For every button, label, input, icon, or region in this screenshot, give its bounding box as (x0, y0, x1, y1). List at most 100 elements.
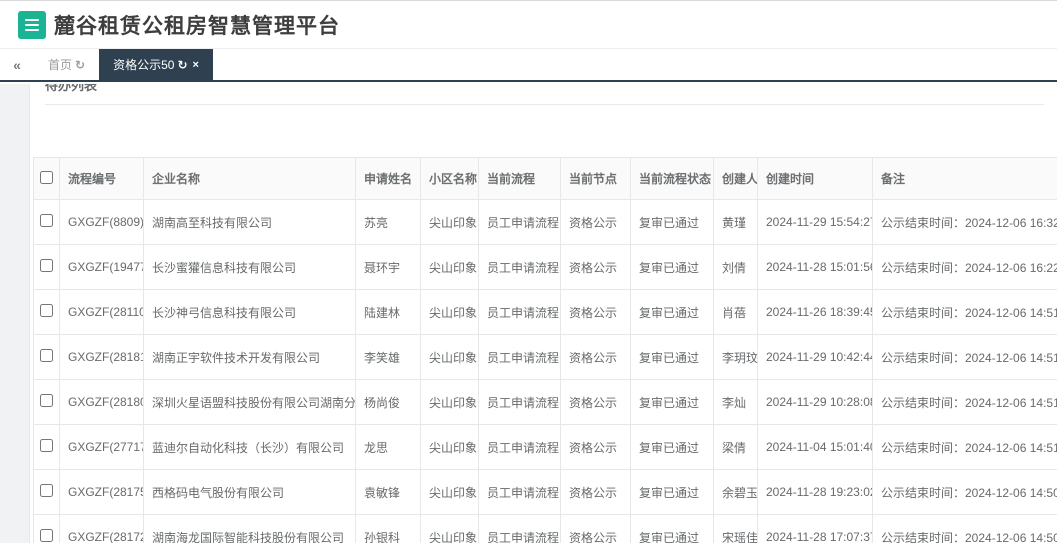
panel-heading-divider (45, 104, 1044, 105)
cell-creator: 刘倩 (713, 244, 758, 290)
cell-process-id: GXGZF(28175) (59, 469, 144, 515)
cell-current-flow: 员工申请流程 (478, 424, 561, 470)
row-checkbox[interactable] (40, 349, 53, 362)
cell-company: 湖南海龙国际智能科技股份有限公司 (143, 514, 356, 543)
table-row[interactable]: GXGZF(27717) 蓝迪尔自动化科技（长沙）有限公司 龙思 尖山印象 员工… (33, 424, 1057, 470)
cell-applicant: 聂环宇 (355, 244, 421, 290)
cell-current-flow: 员工申请流程 (478, 514, 561, 543)
cell-remark: 公示结束时间：2024-12-06 14:51:09 (872, 379, 1057, 425)
cell-company: 湖南正宇软件技术开发有限公司 (143, 334, 356, 380)
cell-flow-status: 复审已通过 (630, 424, 714, 470)
cell-company: 长沙蜜獾信息科技有限公司 (143, 244, 356, 290)
col-header-creator: 创建人 (713, 157, 758, 200)
table-row[interactable]: GXGZF(19477) 长沙蜜獾信息科技有限公司 聂环宇 尖山印象 员工申请流… (33, 244, 1057, 290)
cell-community: 尖山印象 (420, 334, 479, 380)
cell-created-time: 2024-11-28 19:23:02 (757, 469, 873, 515)
cell-current-flow: 员工申请流程 (478, 199, 561, 245)
cell-current-node: 资格公示 (560, 334, 631, 380)
row-checkbox[interactable] (40, 259, 53, 272)
cell-remark: 公示结束时间：2024-12-06 14:51:02 (872, 424, 1057, 470)
cell-remark: 公示结束时间：2024-12-06 14:50:37 (872, 514, 1057, 543)
cell-process-id: GXGZF(19477) (59, 244, 144, 290)
tab-qualification-publicity[interactable]: 资格公示50 ↻ × (99, 49, 213, 80)
tab-home-label: 首页 (48, 58, 73, 72)
app-window: 麓谷租赁公租房智慧管理平台 « 首页 ↻ 资格公示50 ↻ × 待办列表 流程编号 (0, 0, 1057, 543)
cell-flow-status: 复审已通过 (630, 379, 714, 425)
cell-community: 尖山印象 (420, 379, 479, 425)
cell-process-id: GXGZF(28172) (59, 514, 144, 543)
cell-current-flow: 员工申请流程 (478, 334, 561, 380)
cell-flow-status: 复审已通过 (630, 334, 714, 380)
table-row[interactable]: GXGZF(8809) 湖南高至科技有限公司 苏亮 尖山印象 员工申请流程 资格… (33, 199, 1057, 245)
row-checkbox[interactable] (40, 394, 53, 407)
cell-process-id: GXGZF(28180) (59, 379, 144, 425)
cell-community: 尖山印象 (420, 514, 479, 543)
cell-creator: 李玥玟 (713, 334, 758, 380)
cell-company: 湖南高至科技有限公司 (143, 199, 356, 245)
col-header-applicant: 申请姓名 (355, 157, 421, 200)
cell-creator: 肖蓓 (713, 289, 758, 335)
todo-table: 流程编号 企业名称 申请姓名 小区名称 当前流程 当前节点 当前流程状态 创建人… (33, 157, 1057, 543)
cell-current-node: 资格公示 (560, 289, 631, 335)
table-row[interactable]: GXGZF(28180) 深圳火星语盟科技股份有限公司湖南分公司 杨尚俊 尖山印… (33, 379, 1057, 425)
refresh-icon[interactable]: ↻ (75, 58, 85, 72)
cell-remark: 公示结束时间：2024-12-06 16:22:35 (872, 244, 1057, 290)
col-header-process-id: 流程编号 (59, 157, 144, 200)
hamburger-menu-icon[interactable] (18, 10, 46, 39)
collapse-tabs-icon[interactable]: « (0, 49, 34, 80)
cell-remark: 公示结束时间：2024-12-06 16:32:51 (872, 199, 1057, 245)
cell-community: 尖山印象 (420, 244, 479, 290)
cell-flow-status: 复审已通过 (630, 514, 714, 543)
row-checkbox[interactable] (40, 529, 53, 542)
table-row[interactable]: GXGZF(28110) 长沙神弓信息科技有限公司 陆建林 尖山印象 员工申请流… (33, 289, 1057, 335)
cell-applicant: 苏亮 (355, 199, 421, 245)
refresh-icon[interactable]: ↻ (177, 58, 187, 72)
cell-created-time: 2024-11-04 15:01:40 (757, 424, 873, 470)
col-header-flow-status: 当前流程状态 (630, 157, 714, 200)
cell-creator: 黄瑾 (713, 199, 758, 245)
page-title: 麓谷租赁公租房智慧管理平台 (54, 14, 340, 38)
cell-current-node: 资格公示 (560, 424, 631, 470)
cell-creator: 余碧玉 (713, 469, 758, 515)
cell-creator: 宋瑶佳 (713, 514, 758, 543)
row-select-cell (33, 424, 60, 470)
cell-community: 尖山印象 (420, 199, 479, 245)
cell-applicant: 孙银科 (355, 514, 421, 543)
cell-remark: 公示结束时间：2024-12-06 14:51:25 (872, 289, 1057, 335)
table-row[interactable]: GXGZF(28181) 湖南正宇软件技术开发有限公司 李笑雄 尖山印象 员工申… (33, 334, 1057, 380)
cell-process-id: GXGZF(8809) (59, 199, 144, 245)
panel-heading-todo-list: 待办列表 (45, 84, 98, 93)
cell-flow-status: 复审已通过 (630, 244, 714, 290)
col-header-company: 企业名称 (143, 157, 356, 200)
select-all-checkbox[interactable] (40, 170, 53, 184)
table-row[interactable]: GXGZF(28172) 湖南海龙国际智能科技股份有限公司 孙银科 尖山印象 员… (33, 514, 1057, 543)
cell-current-node: 资格公示 (560, 469, 631, 515)
cell-current-node: 资格公示 (560, 244, 631, 290)
cell-current-node: 资格公示 (560, 379, 631, 425)
close-icon[interactable]: × (193, 59, 199, 71)
cell-current-flow: 员工申请流程 (478, 289, 561, 335)
row-checkbox[interactable] (40, 304, 53, 317)
table-row[interactable]: GXGZF(28175) 西格码电气股份有限公司 袁敏锋 尖山印象 员工申请流程… (33, 469, 1057, 515)
row-select-cell (33, 514, 60, 543)
cell-current-node: 资格公示 (560, 199, 631, 245)
row-select-cell (33, 289, 60, 335)
cell-flow-status: 复审已通过 (630, 199, 714, 245)
cell-current-node: 资格公示 (560, 514, 631, 543)
cell-current-flow: 员工申请流程 (478, 244, 561, 290)
tab-qualification-label: 资格公示50 (113, 58, 175, 72)
col-header-community: 小区名称 (420, 157, 479, 200)
col-header-current-flow: 当前流程 (478, 157, 561, 200)
col-header-current-node: 当前节点 (560, 157, 631, 200)
tab-home[interactable]: 首页 ↻ (34, 49, 99, 80)
row-checkbox[interactable] (40, 214, 53, 227)
row-checkbox[interactable] (40, 439, 53, 452)
cell-company: 蓝迪尔自动化科技（长沙）有限公司 (143, 424, 356, 470)
row-select-cell (33, 199, 60, 245)
cell-created-time: 2024-11-29 15:54:27 (757, 199, 873, 245)
cell-company: 西格码电气股份有限公司 (143, 469, 356, 515)
collapsed-sidebar (0, 84, 30, 543)
cell-flow-status: 复审已通过 (630, 289, 714, 335)
cell-created-time: 2024-11-28 15:01:56 (757, 244, 873, 290)
row-checkbox[interactable] (40, 484, 53, 497)
